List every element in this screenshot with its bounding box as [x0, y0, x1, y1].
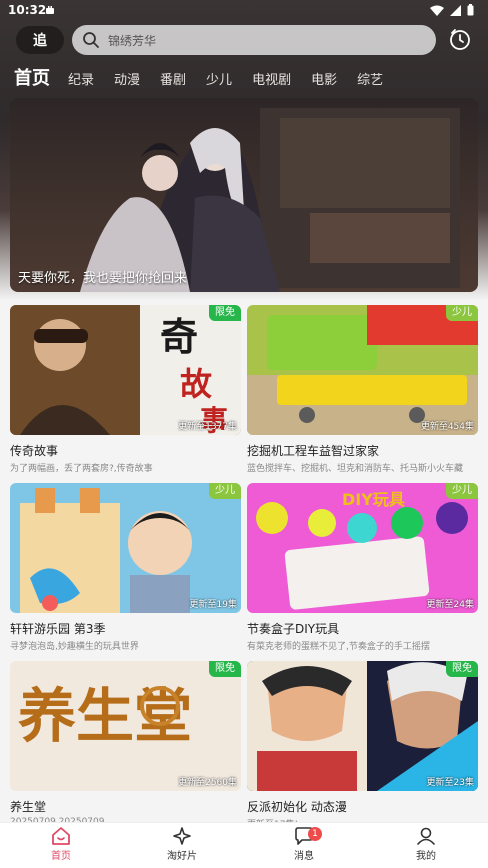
svg-text:DIY玩具: DIY玩具	[342, 490, 405, 509]
tab-documentary[interactable]: 纪录	[68, 69, 94, 88]
card-thumbnail: 奇 故 事 限免 更新至1377集	[10, 305, 241, 435]
battery-icon	[467, 4, 474, 16]
svg-text:养生堂: 养生堂	[18, 682, 192, 750]
content-card[interactable]: 限免 更新至23集 反派初始化 动态漫 更新至17集!	[247, 661, 478, 830]
nav-profile-label: 我的	[416, 851, 436, 862]
card-thumbnail: 限免 更新至23集	[247, 661, 478, 791]
unread-badge: 1	[308, 827, 322, 841]
thumbnail-image	[247, 305, 478, 435]
svg-text:奇: 奇	[160, 314, 198, 359]
search-row: 追 锦绣芳华	[0, 24, 488, 56]
home-icon	[52, 827, 70, 845]
tab-variety[interactable]: 综艺	[357, 69, 383, 88]
category-tabs: 首页 纪录 动漫 番剧 少儿 电视剧 电影 综艺	[14, 64, 403, 94]
card-title: 轩轩游乐园 第3季	[10, 622, 106, 636]
card-thumbnail: 养生堂 限免 更新至2560集	[10, 661, 241, 791]
wifi-icon	[430, 5, 444, 16]
history-icon[interactable]	[448, 27, 472, 51]
thumbnail-image	[247, 661, 478, 791]
card-thumbnail: 少儿 更新至454集	[247, 305, 478, 435]
kids-badge: 少儿	[209, 483, 241, 499]
search-icon	[83, 32, 99, 48]
card-subtitle: 为了两幅画，丢了两套房?,传奇故事	[10, 464, 153, 474]
tab-anime[interactable]: 动漫	[114, 69, 140, 88]
update-count: 更新至19集	[189, 600, 237, 610]
update-count: 更新至24集	[426, 600, 474, 610]
banner-caption: 天要你死，我也要把你抢回来	[18, 271, 188, 286]
nav-discover-label: 淘好片	[167, 851, 197, 862]
tab-movies[interactable]: 电影	[311, 69, 337, 88]
card-thumbnail: DIY玩具 少儿 更新至24集	[247, 483, 478, 613]
featured-banner[interactable]: 天要你死，我也要把你抢回来	[10, 98, 478, 292]
thumbnail-image: 养生堂	[10, 661, 241, 791]
search-input[interactable]: 锦绣芳华	[72, 25, 436, 55]
card-title: 反派初始化 动态漫	[247, 800, 347, 814]
notification-icon	[46, 6, 54, 14]
free-badge: 限免	[209, 661, 241, 677]
free-badge: 限免	[446, 661, 478, 677]
nav-profile[interactable]: 我的	[396, 827, 456, 862]
card-subtitle: 有菜克老师的蛋糕不见了,节奏盒子的手工摇摆	[247, 642, 430, 652]
thumbnail-image	[10, 483, 241, 613]
nav-messages[interactable]: 消息 1	[274, 827, 334, 862]
card-title: 挖掘机工程车益智过家家	[247, 444, 380, 458]
tab-tv-drama[interactable]: 电视剧	[252, 69, 291, 88]
thumbnail-image: DIY玩具	[247, 483, 478, 613]
banner-artwork	[80, 108, 460, 292]
content-card[interactable]: 养生堂 限免 更新至2560集 养生堂 20250709 20250709	[10, 661, 241, 827]
tab-kids[interactable]: 少儿	[206, 69, 232, 88]
bottom-navigation: 首页 淘好片 消息 1 我的	[0, 822, 488, 868]
nav-messages-label: 消息	[294, 851, 314, 862]
search-placeholder: 锦绣芳华	[108, 33, 157, 48]
status-bar: 10:32	[0, 0, 488, 22]
tab-series-anime[interactable]: 番剧	[160, 69, 186, 88]
content-card[interactable]: 奇 故 事 限免 更新至1377集 传奇故事 为了两幅画，丢了两套房?,传奇故事	[10, 305, 241, 474]
card-thumbnail: 少儿 更新至19集	[10, 483, 241, 613]
card-title: 传奇故事	[10, 444, 59, 458]
update-count: 更新至454集	[420, 422, 474, 432]
content-card[interactable]: DIY玩具 少儿 更新至24集 节奏盒子DIY玩具 有菜克老师的蛋糕不见了,节奏…	[247, 483, 478, 652]
nav-home-label: 首页	[51, 851, 71, 862]
card-title: 养生堂	[10, 800, 47, 814]
user-icon	[417, 827, 435, 845]
status-time: 10:32	[8, 3, 47, 17]
card-subtitle: 蓝色搅拌车、挖掘机、坦克和消防车、托马斯小火车藏	[247, 464, 464, 474]
kids-badge: 少儿	[446, 305, 478, 321]
sparkle-icon	[173, 827, 191, 845]
signal-icon	[450, 4, 461, 16]
update-count: 更新至2560集	[178, 778, 237, 788]
update-count: 更新至23集	[426, 778, 474, 788]
content-card[interactable]: 少儿 更新至454集 挖掘机工程车益智过家家 蓝色搅拌车、挖掘机、坦克和消防车、…	[247, 305, 478, 474]
svg-text:故: 故	[180, 365, 212, 403]
thumbnail-image: 奇 故 事	[10, 305, 241, 435]
card-subtitle: 寻梦泡泡岛,妙趣横生的玩具世界	[10, 642, 139, 652]
free-badge: 限免	[209, 305, 241, 321]
nav-discover[interactable]: 淘好片	[152, 827, 212, 862]
chase-button[interactable]: 追	[16, 26, 64, 54]
card-title: 节奏盒子DIY玩具	[247, 622, 340, 636]
update-count: 更新至1377集	[178, 422, 237, 432]
content-card[interactable]: 少儿 更新至19集 轩轩游乐园 第3季 寻梦泡泡岛,妙趣横生的玩具世界	[10, 483, 241, 652]
tab-home[interactable]: 首页	[14, 64, 50, 90]
kids-badge: 少儿	[446, 483, 478, 499]
nav-home[interactable]: 首页	[31, 827, 91, 862]
